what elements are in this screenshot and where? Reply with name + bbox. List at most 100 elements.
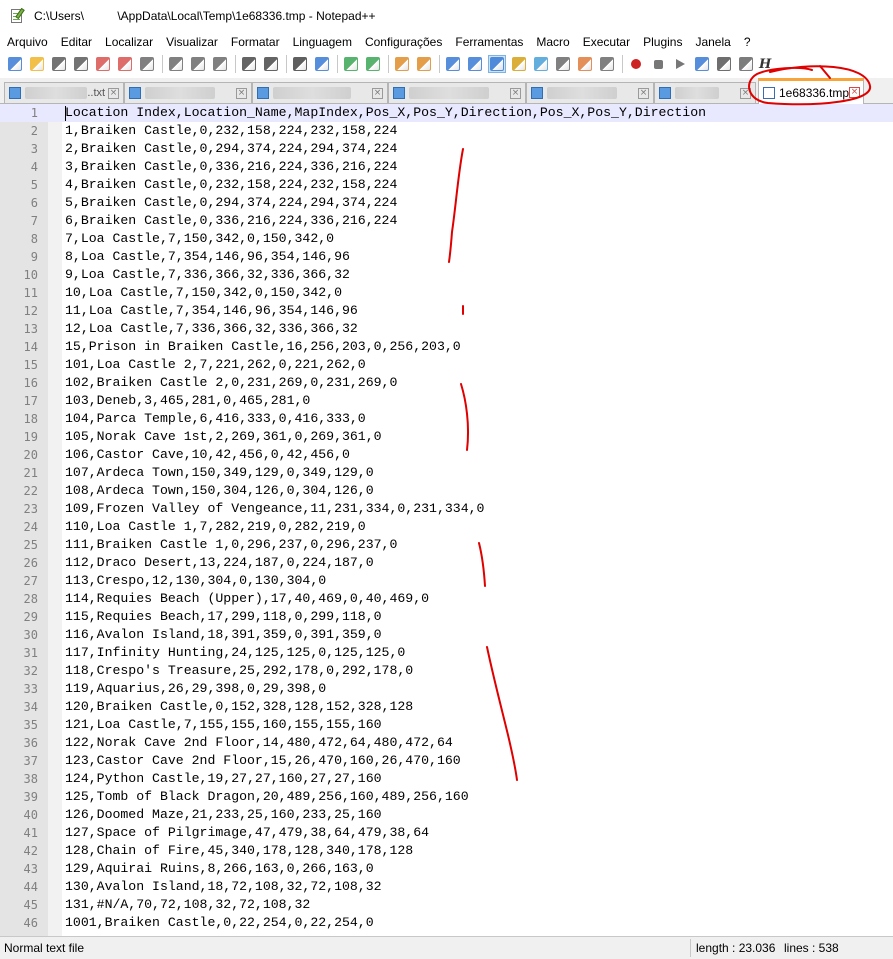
line-text[interactable]: 121,Loa Castle,7,155,155,160,155,155,160 <box>65 716 382 734</box>
menu-item-configura-es[interactable]: Configurações <box>358 32 448 52</box>
line-text[interactable]: 129,Aquirai Ruins,8,266,163,0,266,163,0 <box>65 860 374 878</box>
line-text[interactable]: 15,Prison in Braiken Castle,16,256,203,0… <box>65 338 461 356</box>
line-text[interactable]: 118,Crespo's Treasure,25,292,178,0,292,1… <box>65 662 413 680</box>
line-text[interactable]: 125,Tomb of Black Dragon,20,489,256,160,… <box>65 788 469 806</box>
redo-icon[interactable] <box>262 55 280 73</box>
menu-item-formatar[interactable]: Formatar <box>224 32 286 52</box>
tab-close-icon[interactable]: × <box>372 87 383 99</box>
line-text[interactable]: 123,Castor Cave 2nd Floor,15,26,470,160,… <box>65 752 461 770</box>
editor-line[interactable]: 17 103,Deneb,3,465,281,0,465,281,0 <box>0 392 893 410</box>
editor-line[interactable]: 43 129,Aquirai Ruins,8,266,163,0,266,163,… <box>0 860 893 878</box>
play-macro-icon[interactable] <box>671 55 689 73</box>
editor-line[interactable]: 33 119,Aquarius,26,29,398,0,29,398,0 <box>0 680 893 698</box>
indent-guide-icon[interactable] <box>488 55 506 73</box>
editor-line[interactable]: 16 102,Braiken Castle 2,0,231,269,0,231,2… <box>0 374 893 392</box>
menu-item-localizar[interactable]: Localizar <box>98 32 159 52</box>
line-text[interactable]: 119,Aquarius,26,29,398,0,29,398,0 <box>65 680 326 698</box>
line-text[interactable]: 106,Castor Cave,10,42,456,0,42,456,0 <box>65 446 350 464</box>
editor-line[interactable]: 37 123,Castor Cave 2nd Floor,15,26,470,16… <box>0 752 893 770</box>
menu-item-visualizar[interactable]: Visualizar <box>159 32 224 52</box>
menu-item-arquivo[interactable]: Arquivo <box>0 32 54 52</box>
editor-line[interactable]: 34 120,Braiken Castle,0,152,328,128,152,3… <box>0 698 893 716</box>
editor-line[interactable]: 26 112,Draco Desert,13,224,187,0,224,187,… <box>0 554 893 572</box>
line-text[interactable]: 104,Parca Temple,6,416,333,0,416,333,0 <box>65 410 366 428</box>
zoom-in-icon[interactable] <box>342 55 360 73</box>
line-text[interactable]: 116,Avalon Island,18,391,359,0,391,359,0 <box>65 626 382 644</box>
editor-line[interactable]: 39 125,Tomb of Black Dragon,20,489,256,16… <box>0 788 893 806</box>
cut-icon[interactable] <box>167 55 185 73</box>
line-text[interactable]: 7,Loa Castle,7,150,342,0,150,342,0 <box>65 230 334 248</box>
line-text[interactable]: 6,Braiken Castle,0,336,216,224,336,216,2… <box>65 212 397 230</box>
tab-3[interactable]: ...txt× <box>388 82 526 103</box>
menu-item-plugins[interactable]: Plugins <box>636 32 688 52</box>
editor-line[interactable]: 25 111,Braiken Castle 1,0,296,237,0,296,2… <box>0 536 893 554</box>
editor-line[interactable]: 40 126,Doomed Maze,21,233,25,160,233,25,1… <box>0 806 893 824</box>
udl-icon[interactable] <box>510 55 528 73</box>
line-text[interactable]: 5,Braiken Castle,0,294,374,224,294,374,2… <box>65 194 397 212</box>
show-all-chars-icon[interactable] <box>466 55 484 73</box>
line-text[interactable]: 1,Braiken Castle,0,232,158,224,232,158,2… <box>65 122 397 140</box>
close-all-icon[interactable] <box>116 55 134 73</box>
function-list-icon[interactable] <box>554 55 572 73</box>
line-text[interactable]: 109,Frozen Valley of Vengeance,11,231,33… <box>65 500 484 518</box>
tab-close-icon[interactable]: × <box>849 87 861 98</box>
editor-line[interactable]: 5 4,Braiken Castle,0,232,158,224,232,158,… <box>0 176 893 194</box>
editor-line[interactable]: 42 128,Chain of Fire,45,340,178,128,340,1… <box>0 842 893 860</box>
line-text[interactable]: 9,Loa Castle,7,336,366,32,336,366,32 <box>65 266 350 284</box>
monitor-icon[interactable] <box>598 55 616 73</box>
line-text[interactable]: 8,Loa Castle,7,354,146,96,354,146,96 <box>65 248 350 266</box>
editor-line[interactable]: 10 9,Loa Castle,7,336,366,32,336,366,32 <box>0 266 893 284</box>
print-icon[interactable] <box>138 55 156 73</box>
tab-close-icon[interactable]: × <box>740 87 751 99</box>
sync-horizontal-icon[interactable] <box>415 55 433 73</box>
editor-line[interactable]: 18 104,Parca Temple,6,416,333,0,416,333,0 <box>0 410 893 428</box>
save-icon[interactable] <box>50 55 68 73</box>
undo-icon[interactable] <box>240 55 258 73</box>
editor-line[interactable]: 8 7,Loa Castle,7,150,342,0,150,342,0 <box>0 230 893 248</box>
line-text[interactable]: 114,Requies Beach (Upper),17,40,469,0,40… <box>65 590 429 608</box>
editor-line[interactable]: 7 6,Braiken Castle,0,336,216,224,336,216,… <box>0 212 893 230</box>
menu-item-ferramentas[interactable]: Ferramentas <box>448 32 529 52</box>
editor-line[interactable]: 21 107,Ardeca Town,150,349,129,0,349,129,… <box>0 464 893 482</box>
menu-item-help[interactable]: ? <box>737 32 757 52</box>
editor-line[interactable]: 19 105,Norak Cave 1st,2,269,361,0,269,361… <box>0 428 893 446</box>
menu-item-linguagem[interactable]: Linguagem <box>286 32 358 52</box>
editor-line[interactable]: 1 Location Index,Location_Name,MapIndex,P… <box>0 104 893 122</box>
editor-line[interactable]: 41 127,Space of Pilgrimage,47,479,38,64,4… <box>0 824 893 842</box>
save-macro-icon[interactable] <box>715 55 733 73</box>
editor-line[interactable]: 32 118,Crespo's Treasure,25,292,178,0,292… <box>0 662 893 680</box>
tab-close-icon[interactable]: × <box>108 87 119 99</box>
word-wrap-icon[interactable] <box>444 55 462 73</box>
editor-line[interactable]: 45 131,#N/A,70,72,108,32,72,108,32 <box>0 896 893 914</box>
editor-line[interactable]: 28 114,Requies Beach (Upper),17,40,469,0,… <box>0 590 893 608</box>
line-text[interactable]: 113,Crespo,12,130,304,0,130,304,0 <box>65 572 326 590</box>
menu-item-executar[interactable]: Executar <box>576 32 636 52</box>
line-text[interactable]: 128,Chain of Fire,45,340,178,128,340,178… <box>65 842 413 860</box>
folder-workspace-icon[interactable] <box>576 55 594 73</box>
editor-line[interactable]: 15 101,Loa Castle 2,7,221,262,0,221,262,0 <box>0 356 893 374</box>
editor-line[interactable]: 14 15,Prison in Braiken Castle,16,256,203… <box>0 338 893 356</box>
line-text[interactable]: 11,Loa Castle,7,354,146,96,354,146,96 <box>65 302 358 320</box>
editor-line[interactable]: 36 122,Norak Cave 2nd Floor,14,480,472,64… <box>0 734 893 752</box>
new-file-icon[interactable] <box>6 55 24 73</box>
editor-line[interactable]: 3 2,Braiken Castle,0,294,374,224,294,374,… <box>0 140 893 158</box>
record-macro-icon[interactable] <box>627 55 645 73</box>
line-text[interactable]: 101,Loa Castle 2,7,221,262,0,221,262,0 <box>65 356 366 374</box>
tab-close-icon[interactable]: × <box>638 87 649 99</box>
line-text[interactable]: 3,Braiken Castle,0,336,216,224,336,216,2… <box>65 158 397 176</box>
editor-line[interactable]: 2 1,Braiken Castle,0,232,158,224,232,158,… <box>0 122 893 140</box>
editor-line[interactable]: 11 10,Loa Castle,7,150,342,0,150,342,0 <box>0 284 893 302</box>
paste-icon[interactable] <box>211 55 229 73</box>
editor-line[interactable]: 13 12,Loa Castle,7,336,366,32,336,366,32 <box>0 320 893 338</box>
line-text[interactable]: 126,Doomed Maze,21,233,25,160,233,25,160 <box>65 806 382 824</box>
line-text[interactable]: 115,Requies Beach,17,299,118,0,299,118,0 <box>65 608 382 626</box>
sync-vertical-icon[interactable] <box>393 55 411 73</box>
tab-5[interactable]: ...txt× <box>654 82 756 103</box>
open-file-icon[interactable] <box>28 55 46 73</box>
copy-icon[interactable] <box>189 55 207 73</box>
line-text[interactable]: 12,Loa Castle,7,336,366,32,336,366,32 <box>65 320 358 338</box>
find-icon[interactable] <box>291 55 309 73</box>
stop-record-icon[interactable] <box>649 55 667 73</box>
replace-icon[interactable] <box>313 55 331 73</box>
editor-line[interactable]: 27 113,Crespo,12,130,304,0,130,304,0 <box>0 572 893 590</box>
